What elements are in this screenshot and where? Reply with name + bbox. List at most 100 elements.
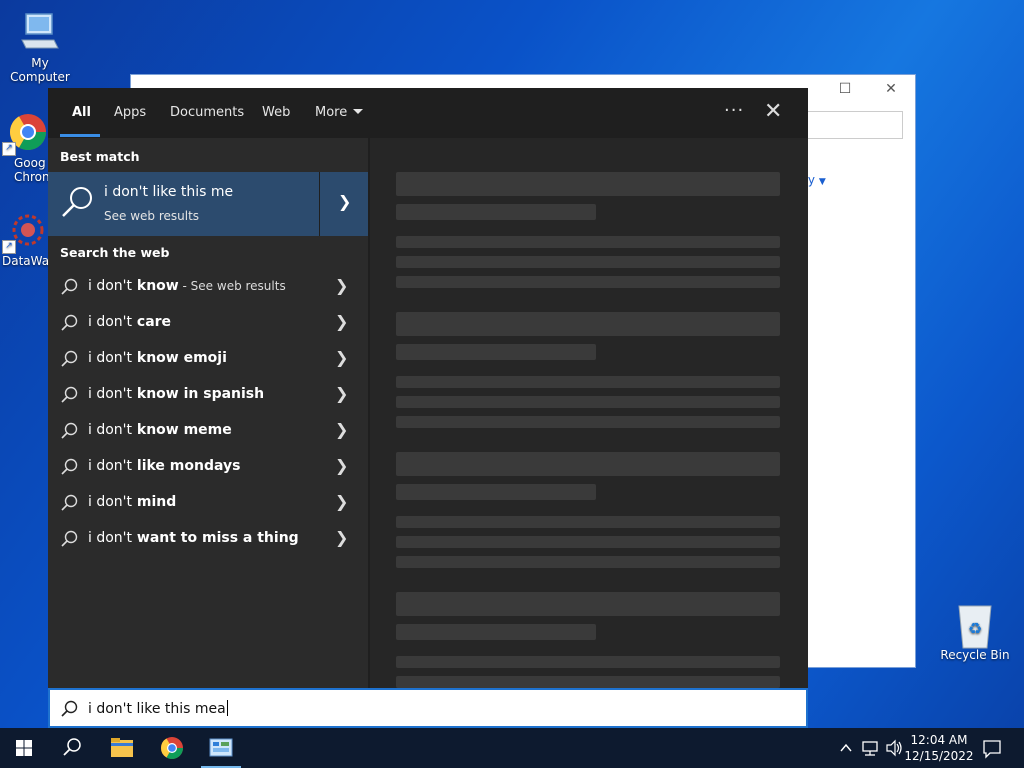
loading-placeholder — [396, 276, 780, 288]
volume-icon[interactable] — [884, 728, 904, 768]
loading-placeholder — [396, 256, 780, 268]
chevron-right-icon: ❯ — [335, 420, 349, 439]
result-text: i don't mind — [88, 494, 176, 510]
more-options-button[interactable]: ··· — [724, 100, 744, 121]
list-item[interactable]: i don't care ❯ — [48, 304, 368, 340]
result-completion: know in spanish — [132, 386, 265, 402]
search-icon — [61, 458, 78, 475]
search-box[interactable]: i don't like this mea — [48, 688, 808, 728]
my-computer-icon-shortcut[interactable]: My Computer — [0, 10, 80, 84]
result-text: i don't like mondays — [88, 458, 240, 474]
best-match-title: i don't like this me — [104, 184, 234, 200]
loading-placeholder — [396, 172, 780, 196]
windows-logo-icon — [16, 740, 32, 756]
list-item[interactable]: i don't want to miss a thing ❯ — [48, 520, 368, 556]
result-prefix: i don't — [88, 350, 133, 366]
loading-placeholder — [396, 484, 596, 500]
tab-more[interactable]: More — [315, 105, 364, 120]
loading-placeholder — [396, 452, 780, 476]
result-prefix: i don't — [88, 278, 133, 294]
chevron-right-icon: ❯ — [335, 348, 349, 367]
chrome-icon — [161, 737, 183, 759]
result-prefix: i don't — [88, 494, 133, 510]
taskbar-clock[interactable]: 12:04 AM 12/15/2022 — [904, 732, 974, 764]
action-center-button[interactable] — [968, 728, 1016, 768]
loading-placeholder — [396, 416, 780, 428]
loading-placeholder — [396, 556, 780, 568]
desktop-icon-label: My Computer — [10, 56, 70, 84]
result-prefix: i don't — [88, 458, 133, 474]
result-completion: mind — [132, 494, 177, 510]
list-item[interactable]: i don't mind ❯ — [48, 484, 368, 520]
control-panel-taskbar-button[interactable] — [197, 728, 245, 768]
loading-placeholder — [396, 236, 780, 248]
search-icon: ⌕ — [798, 116, 896, 131]
loading-placeholder — [396, 676, 780, 688]
result-text: i don't know in spanish — [88, 386, 264, 402]
loading-placeholder — [396, 536, 780, 548]
chevron-up-icon[interactable] — [836, 728, 856, 768]
tab-web[interactable]: Web — [262, 105, 290, 120]
active-tab-indicator — [60, 134, 100, 137]
notification-icon — [983, 740, 1001, 759]
start-button[interactable] — [0, 728, 48, 768]
recycle-bin-shortcut[interactable]: ♻ Recycle Bin — [934, 602, 1016, 662]
search-input-value: i don't like this mea — [88, 701, 226, 717]
file-explorer-button[interactable] — [98, 728, 146, 768]
list-item[interactable]: i don't know emoji ❯ — [48, 340, 368, 376]
list-item[interactable]: i don't know - See web results ❯ — [48, 268, 368, 304]
clock-date: 12/15/2022 — [904, 749, 974, 763]
taskbar-search-button[interactable] — [48, 728, 96, 768]
search-icon — [61, 278, 78, 295]
close-icon[interactable]: ✕ — [764, 100, 782, 124]
loading-placeholder — [396, 376, 780, 388]
maximize-button[interactable]: ☐ — [835, 81, 855, 99]
chevron-right-icon: ❯ — [335, 276, 349, 295]
loading-placeholder — [396, 204, 596, 220]
recycle-bin-icon: ♻ — [953, 602, 997, 649]
result-text: i don't know - See web results — [88, 278, 286, 294]
chevron-right-icon: ❯ — [335, 384, 349, 403]
loading-placeholder — [396, 656, 780, 668]
best-match-main[interactable]: i don't like this me See web results — [48, 172, 318, 236]
search-icon — [61, 494, 78, 511]
search-icon — [61, 530, 78, 547]
loading-placeholder — [396, 312, 780, 336]
tab-apps[interactable]: Apps — [114, 105, 146, 120]
search-icon — [61, 314, 78, 331]
best-match-subtitle: See web results — [104, 209, 200, 223]
list-item[interactable]: i don't know meme ❯ — [48, 412, 368, 448]
chrome-icon: ↗ — [2, 110, 50, 156]
search-input[interactable]: i don't like this mea — [88, 700, 228, 717]
computer-icon — [18, 10, 62, 54]
result-completion: know — [132, 278, 179, 294]
best-match-open-button[interactable]: ❯ — [319, 172, 369, 236]
result-prefix: i don't — [88, 530, 133, 546]
desktop-icon-label: Recycle Bin — [940, 648, 1010, 662]
preview-pane — [370, 138, 808, 688]
result-completion: care — [132, 314, 172, 330]
close-window-button[interactable]: ✕ — [881, 81, 901, 99]
results-pane: Best match i don't like this me See web … — [48, 138, 368, 688]
tab-all[interactable]: All — [72, 105, 91, 120]
loading-placeholder — [396, 592, 780, 616]
result-prefix: i don't — [88, 314, 133, 330]
shortcut-arrow-icon: ↗ — [2, 240, 16, 254]
result-prefix: i don't — [88, 386, 133, 402]
list-item[interactable]: i don't like mondays ❯ — [48, 448, 368, 484]
clock-time: 12:04 AM — [910, 733, 968, 747]
text-caret — [226, 700, 228, 716]
search-tabs: All Apps Documents Web More ··· ✕ — [48, 88, 808, 138]
chrome-taskbar-button[interactable] — [148, 728, 196, 768]
list-item[interactable]: i don't know in spanish ❯ — [48, 376, 368, 412]
tab-documents[interactable]: Documents — [170, 105, 244, 120]
best-match-item[interactable]: i don't like this me See web results ❯ — [48, 172, 368, 236]
search-icon — [61, 350, 78, 367]
result-text: i don't know meme — [88, 422, 232, 438]
search-icon — [62, 187, 92, 217]
network-icon[interactable] — [860, 728, 882, 768]
chevron-right-icon: ❯ — [335, 312, 349, 331]
loading-placeholder — [396, 624, 596, 640]
search-icon — [61, 386, 78, 403]
loading-placeholder — [396, 396, 780, 408]
